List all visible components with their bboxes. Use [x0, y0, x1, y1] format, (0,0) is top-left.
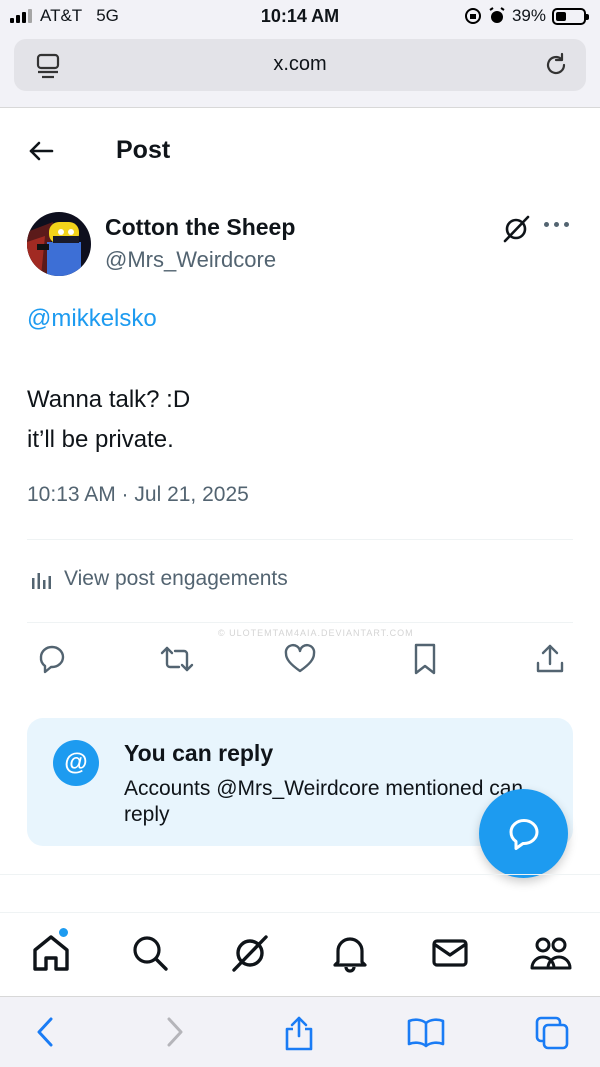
- browser-back-icon[interactable]: [32, 1015, 60, 1049]
- divider: [27, 539, 573, 540]
- communities-icon[interactable]: [529, 933, 573, 973]
- reload-icon[interactable]: [542, 51, 570, 79]
- bookmark-icon[interactable]: [409, 642, 441, 676]
- like-icon[interactable]: [283, 642, 317, 676]
- page-header: Post: [0, 108, 600, 194]
- share-icon[interactable]: [533, 642, 567, 676]
- mention-link[interactable]: @mikkelsko: [27, 305, 157, 333]
- reply-card-title: You can reply: [124, 740, 274, 766]
- more-options-icon[interactable]: [544, 222, 569, 227]
- messages-icon[interactable]: [430, 933, 470, 973]
- alarm-icon: [489, 7, 505, 23]
- browser-forward-icon[interactable]: [160, 1015, 188, 1049]
- repost-icon[interactable]: [159, 642, 195, 676]
- url-text[interactable]: x.com: [14, 53, 586, 76]
- avatar-image: [27, 212, 91, 276]
- view-engagements-link[interactable]: View post engagements: [30, 567, 288, 591]
- reply-card-description: Accounts @Mrs_Weirdcore mentioned can re…: [124, 777, 524, 826]
- address-bar[interactable]: x.com: [14, 39, 586, 91]
- status-right: 39%: [464, 6, 589, 26]
- post-text-line-2: it’ll be private.: [27, 426, 174, 453]
- status-bar: AT&T 5G 10:14 AM 39%: [0, 0, 600, 34]
- browser-share-icon[interactable]: [282, 1015, 316, 1051]
- divider: [27, 622, 573, 623]
- reply-icon[interactable]: [35, 642, 69, 676]
- tabs-icon[interactable]: [534, 1015, 570, 1051]
- watermark-text: © ULOTEMTAM4AIA.DEVIANTART.COM: [218, 628, 414, 638]
- post-action-bar: [0, 642, 600, 682]
- battery-icon: [552, 7, 589, 25]
- author-handle[interactable]: @Mrs_Weirdcore: [105, 247, 276, 273]
- post-text-line-1: Wanna talk? :D: [27, 386, 191, 413]
- grok-icon[interactable]: [230, 933, 270, 973]
- reply-bubble-icon: [508, 818, 538, 850]
- at-sign-icon: @: [53, 740, 99, 786]
- back-arrow-icon[interactable]: [26, 136, 56, 166]
- grok-icon[interactable]: [501, 214, 531, 244]
- notifications-icon[interactable]: [330, 933, 370, 973]
- home-icon[interactable]: [31, 933, 71, 973]
- search-icon[interactable]: [130, 933, 170, 973]
- browser-address-area: x.com: [0, 34, 600, 108]
- home-notification-dot: [58, 927, 69, 938]
- avatar[interactable]: [27, 212, 91, 276]
- author-name[interactable]: Cotton the Sheep: [105, 214, 295, 241]
- post-text: Wanna talk? :D it’ll be private.: [27, 380, 190, 460]
- analytics-icon: [32, 573, 51, 589]
- page-title: Post: [116, 136, 171, 164]
- bottom-tab-bar: [0, 912, 600, 996]
- compose-reply-button[interactable]: [479, 789, 568, 878]
- orientation-lock-icon: [464, 8, 481, 24]
- browser-toolbar: [0, 996, 600, 1067]
- bookmarks-icon[interactable]: [406, 1015, 446, 1049]
- engagements-label: View post engagements: [64, 567, 288, 590]
- post-timestamp[interactable]: 10:13 AM · Jul 21, 2025: [27, 483, 249, 507]
- battery-percent: 39%: [511, 6, 546, 25]
- divider: [0, 874, 600, 875]
